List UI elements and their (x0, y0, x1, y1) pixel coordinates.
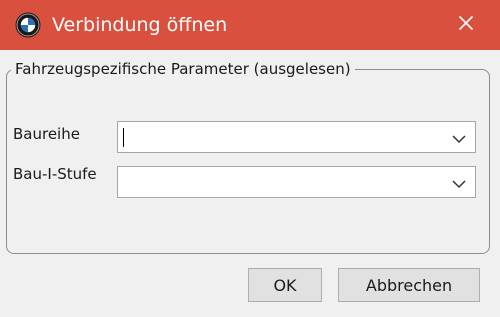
ok-button[interactable]: OK (248, 268, 322, 302)
text-cursor (123, 128, 124, 147)
cancel-button[interactable]: Abbrechen (338, 268, 480, 302)
title-bar: Verbindung öffnen (0, 0, 500, 50)
chevron-down-icon[interactable] (451, 131, 467, 145)
dialog-body: Fahrzeugspezifische Parameter (ausgelese… (0, 50, 500, 317)
close-button[interactable] (448, 8, 484, 42)
baureihe-combobox[interactable] (117, 121, 476, 153)
parameter-groupbox (6, 69, 490, 254)
baureihe-label: Baureihe (13, 125, 80, 143)
groupbox-legend: Fahrzeugspezifische Parameter (ausgelese… (11, 58, 355, 80)
bau-i-stufe-combobox[interactable] (117, 166, 476, 198)
bmw-logo-icon (15, 12, 41, 38)
chevron-down-icon[interactable] (451, 176, 467, 190)
bau-i-stufe-label: Bau-I-Stufe (13, 165, 97, 183)
window-title: Verbindung öffnen (52, 14, 228, 36)
close-icon (458, 15, 474, 35)
